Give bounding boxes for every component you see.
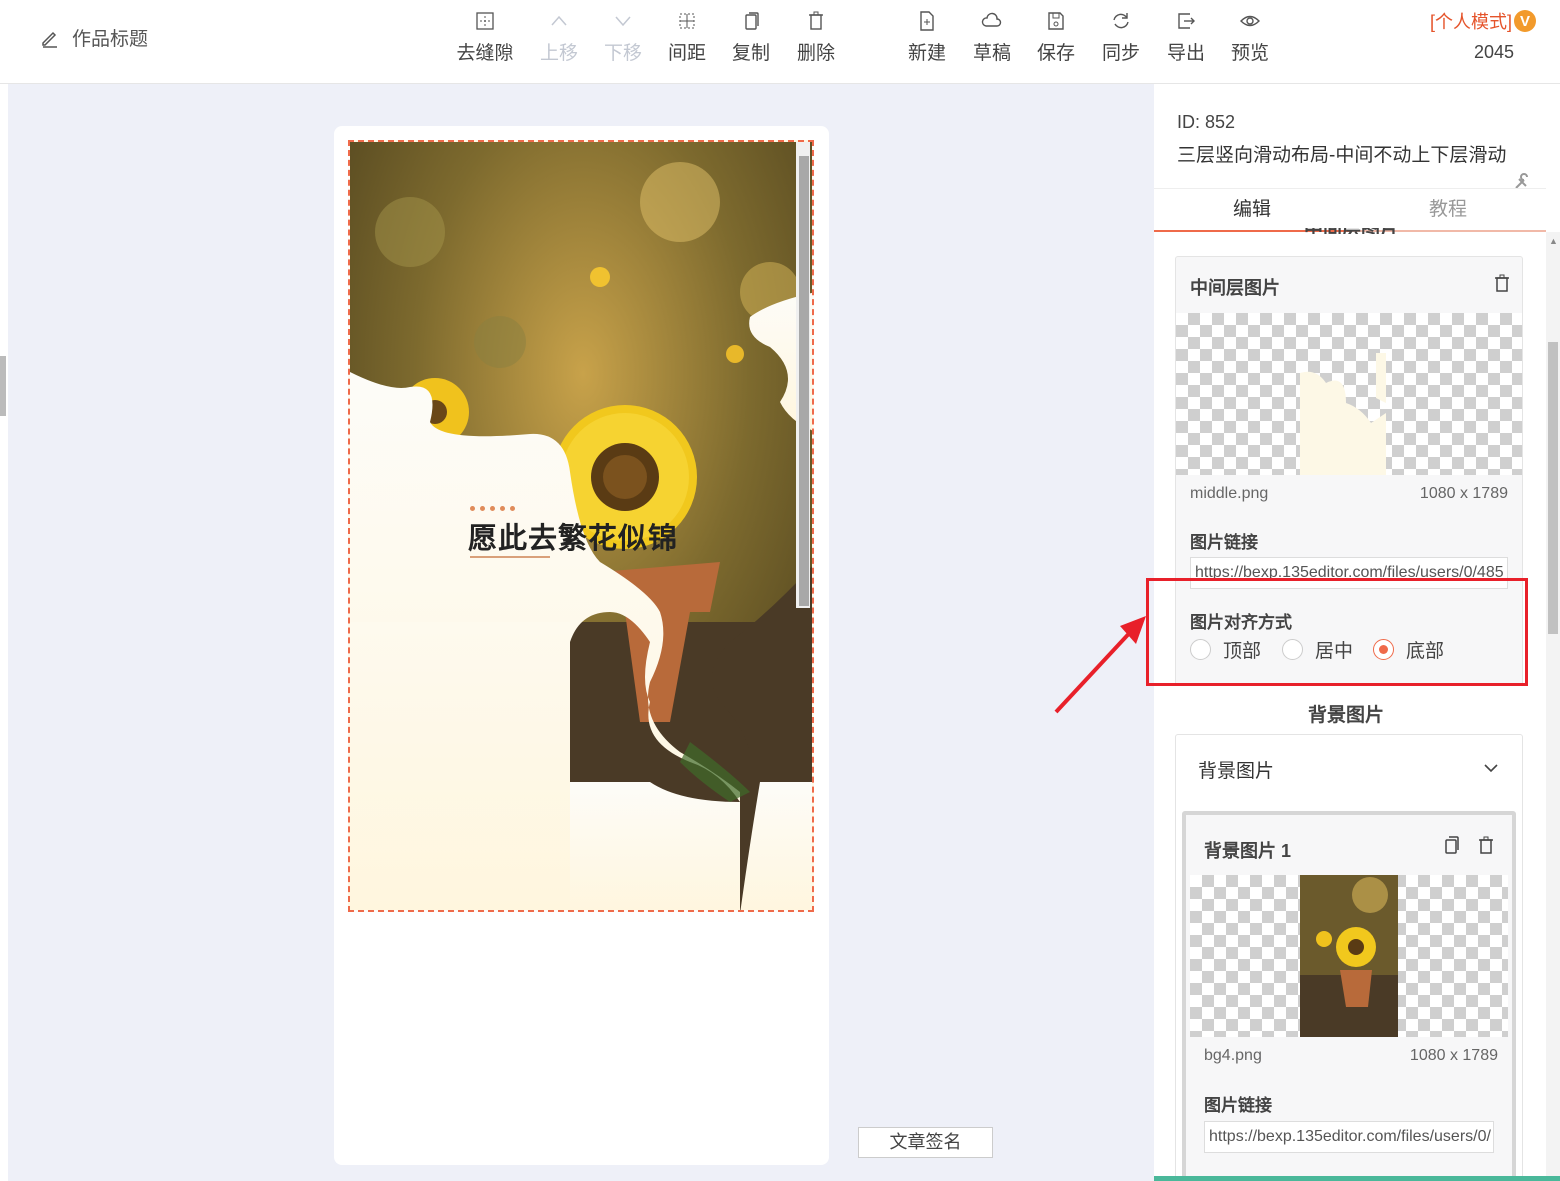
- tool-label: 预览: [1230, 43, 1269, 64]
- tool-export[interactable]: 导出: [1154, 10, 1218, 65]
- background-collapse-label[interactable]: 背景图片: [1198, 756, 1274, 783]
- tool-label: 保存: [1036, 43, 1075, 64]
- mode-switch[interactable]: [个人模式] V: [1430, 8, 1536, 34]
- background-collapse: 背景图片 背景图片 1 bg4.png 1080 x 1789 图片链接 htt…: [1175, 734, 1523, 1181]
- mode-label: [个人模式]: [1429, 12, 1512, 32]
- save-icon: [1048, 12, 1064, 30]
- tool-remove-gap[interactable]: 去缝隙: [453, 10, 517, 65]
- background-item-title: 背景图片 1: [1204, 841, 1292, 861]
- tab-edit[interactable]: 编辑: [1154, 189, 1350, 232]
- background-link-label: 图片链接: [1204, 1096, 1272, 1115]
- chevron-down-icon: [615, 16, 631, 27]
- tool-preview[interactable]: 预览: [1218, 10, 1282, 65]
- tool-move-up[interactable]: 上移: [527, 10, 591, 65]
- background-preview: [1190, 875, 1508, 1037]
- copy-icon[interactable]: [1442, 835, 1462, 855]
- signature-button[interactable]: 文章签名: [858, 1127, 993, 1158]
- tool-delete[interactable]: 删除: [784, 10, 848, 65]
- trash-icon[interactable]: [1476, 835, 1496, 855]
- middle-layer-preview: [1176, 313, 1522, 475]
- chevron-up-icon: [551, 15, 567, 26]
- work-title[interactable]: 作品标题: [72, 24, 148, 51]
- gap-remove-icon: [476, 12, 494, 30]
- tool-label: 间距: [667, 43, 706, 64]
- tool-sync[interactable]: 同步: [1089, 10, 1153, 65]
- background-link-input[interactable]: https://bexp.135editor.com/files/users/0…: [1204, 1121, 1494, 1153]
- copy-icon: [745, 12, 759, 30]
- template-id: ID: 852: [1177, 112, 1236, 132]
- tool-label: 下移: [603, 43, 642, 64]
- tool-label: 新建: [907, 43, 946, 64]
- tool-label: 草稿: [972, 43, 1011, 64]
- canvas-headline[interactable]: 愿此去繁花似锦: [468, 515, 678, 557]
- background-section-title: 背景图片: [1308, 705, 1385, 726]
- trash-icon[interactable]: [1492, 273, 1512, 293]
- background-dimensions: 1080 x 1789: [1409, 1047, 1498, 1064]
- pencil-icon: [42, 31, 57, 48]
- headline-underline: [470, 556, 550, 558]
- artboard-scroll-thumb[interactable]: [799, 156, 809, 606]
- middle-layer-title: 中间层图片: [1190, 278, 1280, 298]
- eye-icon: [1240, 15, 1260, 27]
- bg-sunflower-thumbnail: [1300, 875, 1398, 1037]
- top-toolbar: 作品标题 去缝隙 上移 下移 间距 复制 删除 新建 草稿 保存 同步 导出 预…: [0, 0, 1560, 84]
- background-item-card: 背景图片 1 bg4.png 1080 x 1789 图片链接 https://…: [1182, 811, 1516, 1181]
- scroll-up-icon[interactable]: ▲: [1549, 236, 1558, 246]
- tool-label: 上移: [539, 43, 578, 64]
- middle-file-name: middle.png: [1190, 485, 1269, 502]
- tool-label: 复制: [731, 43, 770, 64]
- middle-dimensions: 1080 x 1789: [1419, 485, 1508, 502]
- cloud-icon: [981, 12, 1002, 27]
- panel-tabs: 编辑 教程: [1154, 188, 1546, 232]
- tool-label: 删除: [796, 43, 835, 64]
- tool-move-down[interactable]: 下移: [591, 10, 655, 65]
- sync-icon: [1113, 13, 1129, 29]
- tool-draft[interactable]: 草稿: [960, 10, 1024, 65]
- tool-save[interactable]: 保存: [1024, 10, 1088, 65]
- artboard-scrollbar[interactable]: [796, 142, 810, 608]
- export-icon: [1178, 13, 1195, 29]
- left-scroll-thumb[interactable]: [0, 356, 6, 416]
- work-title-area[interactable]: 作品标题: [40, 24, 148, 51]
- panel-scroll-thumb[interactable]: [1548, 342, 1558, 634]
- spacing-icon: [679, 13, 695, 29]
- new-file-icon: [920, 11, 934, 31]
- panel-scrollbar[interactable]: ▲: [1546, 232, 1560, 1181]
- highlight-box: [1146, 578, 1528, 686]
- template-name: 三层竖向滑动布局-中间不动上下层滑动: [1177, 145, 1507, 166]
- middle-layer-thumbnail: [1300, 353, 1386, 475]
- tool-label: 同步: [1101, 43, 1140, 64]
- vip-badge-icon: V: [1514, 10, 1536, 32]
- tab-tutorial[interactable]: 教程: [1350, 189, 1546, 232]
- tool-label: 去缝隙: [456, 43, 514, 64]
- tool-copy[interactable]: 复制: [719, 10, 783, 65]
- trash-icon: [809, 11, 823, 30]
- middle-link-label: 图片链接: [1190, 533, 1258, 552]
- tool-label: 导出: [1166, 43, 1205, 64]
- word-count: 2045: [1473, 42, 1514, 62]
- chevron-down-icon[interactable]: [1482, 759, 1500, 777]
- red-arrow-icon: [1054, 616, 1146, 714]
- tool-spacing[interactable]: 间距: [655, 10, 719, 65]
- tool-new[interactable]: 新建: [895, 10, 959, 65]
- left-edge: [0, 84, 8, 1181]
- background-file-name: bg4.png: [1204, 1047, 1262, 1064]
- panel-bottom-bar: [1154, 1176, 1560, 1181]
- decorative-dots: [470, 506, 515, 511]
